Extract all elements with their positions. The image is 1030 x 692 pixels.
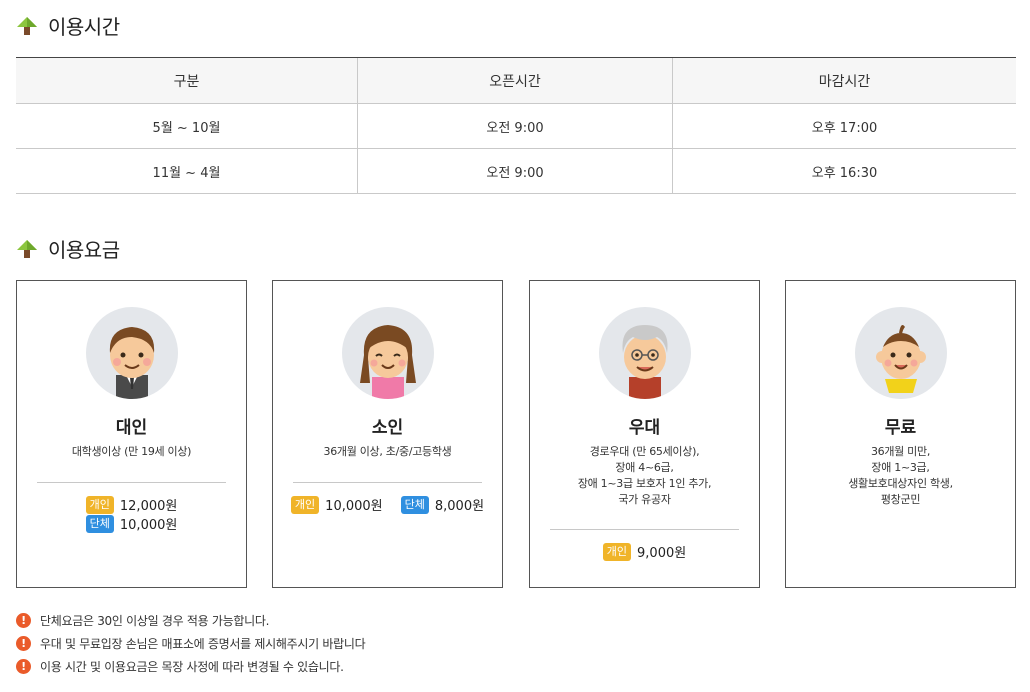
list-item: ! 우대 및 무료입장 손님은 매표소에 증명서를 제시해주시기 바랍니다 [16, 632, 366, 655]
card-name: 대인 [115, 418, 148, 438]
child-avatar-icon [342, 307, 434, 399]
group-badge: 단체 [85, 514, 114, 533]
adult-avatar-icon [86, 307, 178, 399]
fee-card-discount: 우대 경로우대 (만 65세이상), 장애 4~6급, 장애 1~3급 보호자 … [529, 280, 760, 588]
card-description-line: 36개월 미만, [870, 445, 931, 458]
table-header-cell: 마감시간 [818, 73, 871, 90]
price-amount: 8,000원 [434, 499, 485, 514]
table-cell: 11월 ~ 4월 [16, 149, 358, 193]
individual-badge: 개인 [290, 495, 320, 514]
card-divider [37, 482, 226, 483]
group-badge: 단체 [400, 495, 429, 514]
fee-card-adult: 대인 대학생이상 (만 19세 이상) 개인 12,000원 단체 10,000… [16, 280, 247, 588]
fee-card-child: 소인 36개월 이상, 초/중/고등학생 개인 10,000원 단체 8,000… [272, 280, 503, 588]
price-line: 단체 10,000원 [17, 514, 246, 533]
hours-section-heading: 이용시간 [16, 11, 120, 40]
card-description-line: 국가 유공자 [618, 493, 671, 506]
card-description-line: 평창군민 [880, 493, 921, 506]
table-cell: 오전 9:00 [358, 104, 673, 148]
table-cell: 5월 ~ 10월 [16, 104, 358, 148]
note-text: 단체요금은 30인 이상일 경우 적용 가능합니다. [40, 614, 270, 628]
card-description-line: 생활보호대상자인 학생, [848, 477, 953, 490]
note-text: 우대 및 무료입장 손님은 매표소에 증명서를 제시해주시기 바랍니다 [40, 637, 366, 651]
card-name: 우대 [628, 418, 661, 438]
price-line: 개인 9,000원 [530, 542, 759, 561]
baby-avatar-icon [855, 307, 947, 399]
fee-cards: 대인 대학생이상 (만 19세 이상) 개인 12,000원 단체 10,000… [16, 280, 1016, 588]
card-description: 경로우대 (만 65세이상), 장애 4~6급, 장애 1~3급 보호자 1인 … [530, 444, 759, 508]
card-description: 대학생이상 (만 19세 이상) [17, 444, 246, 460]
card-divider [293, 482, 482, 483]
card-name: 소인 [371, 418, 404, 438]
fee-card-free: 무료 36개월 미만, 장애 1~3급, 생활보호대상자인 학생, 평창군민 [785, 280, 1016, 588]
table-row: 11월 ~ 4월 오전 9:00 오후 16:30 [16, 149, 1016, 194]
hours-table: 구분 오픈시간 마감시간 5월 ~ 10월 오전 9:00 오후 17:00 1… [16, 57, 1016, 194]
table-header-cell: 오픈시간 [358, 58, 673, 103]
price-amount: 10,000원 [325, 499, 383, 514]
table-header-row: 구분 오픈시간 마감시간 [16, 58, 1016, 104]
individual-badge: 개인 [85, 495, 114, 514]
green-arrow-icon [17, 239, 37, 258]
table-cell: 오전 9:00 [358, 149, 673, 193]
card-description-line: 36개월 이상, 초/중/고등학생 [323, 445, 452, 458]
senior-avatar-icon [599, 307, 691, 399]
card-name: 무료 [884, 418, 917, 438]
table-cell: 오후 17:00 [811, 120, 878, 136]
price-amount: 12,000원 [119, 499, 178, 514]
list-item: ! 이용 시간 및 이용요금은 목장 사정에 따라 변경될 수 있습니다. [16, 655, 365, 678]
table-header-cell: 구분 [16, 58, 358, 103]
hours-section-title: 이용시간 [48, 15, 120, 39]
table-cell: 오후 16:30 [811, 165, 878, 181]
individual-badge: 개인 [602, 542, 632, 561]
card-description-line: 대학생이상 (만 19세 이상) [71, 445, 192, 458]
note-text: 이용 시간 및 이용요금은 목장 사정에 따라 변경될 수 있습니다. [40, 660, 344, 674]
card-description: 36개월 미만, 장애 1~3급, 생활보호대상자인 학생, 평창군민 [786, 444, 1015, 508]
card-description-line: 경로우대 (만 65세이상), [589, 445, 700, 458]
table-row: 5월 ~ 10월 오전 9:00 오후 17:00 [16, 104, 1016, 149]
card-divider [550, 529, 739, 530]
price-line: 개인 10,000원 단체 8,000원 [273, 495, 502, 514]
notes-list: ! 단체요금은 30인 이상일 경우 적용 가능합니다. ! 우대 및 무료입장… [16, 609, 366, 678]
card-description-line: 장애 1~3급 보호자 1인 추가, [577, 477, 712, 490]
card-description: 36개월 이상, 초/중/고등학생 [273, 444, 502, 460]
fee-section-heading: 이용요금 [16, 234, 120, 263]
green-arrow-icon [17, 16, 37, 35]
price-amount: 9,000원 [637, 546, 687, 561]
price-amount: 10,000원 [119, 518, 178, 533]
card-description-line: 장애 4~6급, [615, 461, 674, 474]
fee-section-title: 이용요금 [48, 238, 120, 262]
price-line: 개인 12,000원 [17, 495, 246, 514]
warning-icon: ! [16, 659, 31, 674]
list-item: ! 단체요금은 30인 이상일 경우 적용 가능합니다. [16, 609, 365, 632]
card-description-line: 장애 1~3급, [871, 461, 930, 474]
warning-icon: ! [16, 613, 31, 628]
warning-icon: ! [16, 636, 31, 651]
